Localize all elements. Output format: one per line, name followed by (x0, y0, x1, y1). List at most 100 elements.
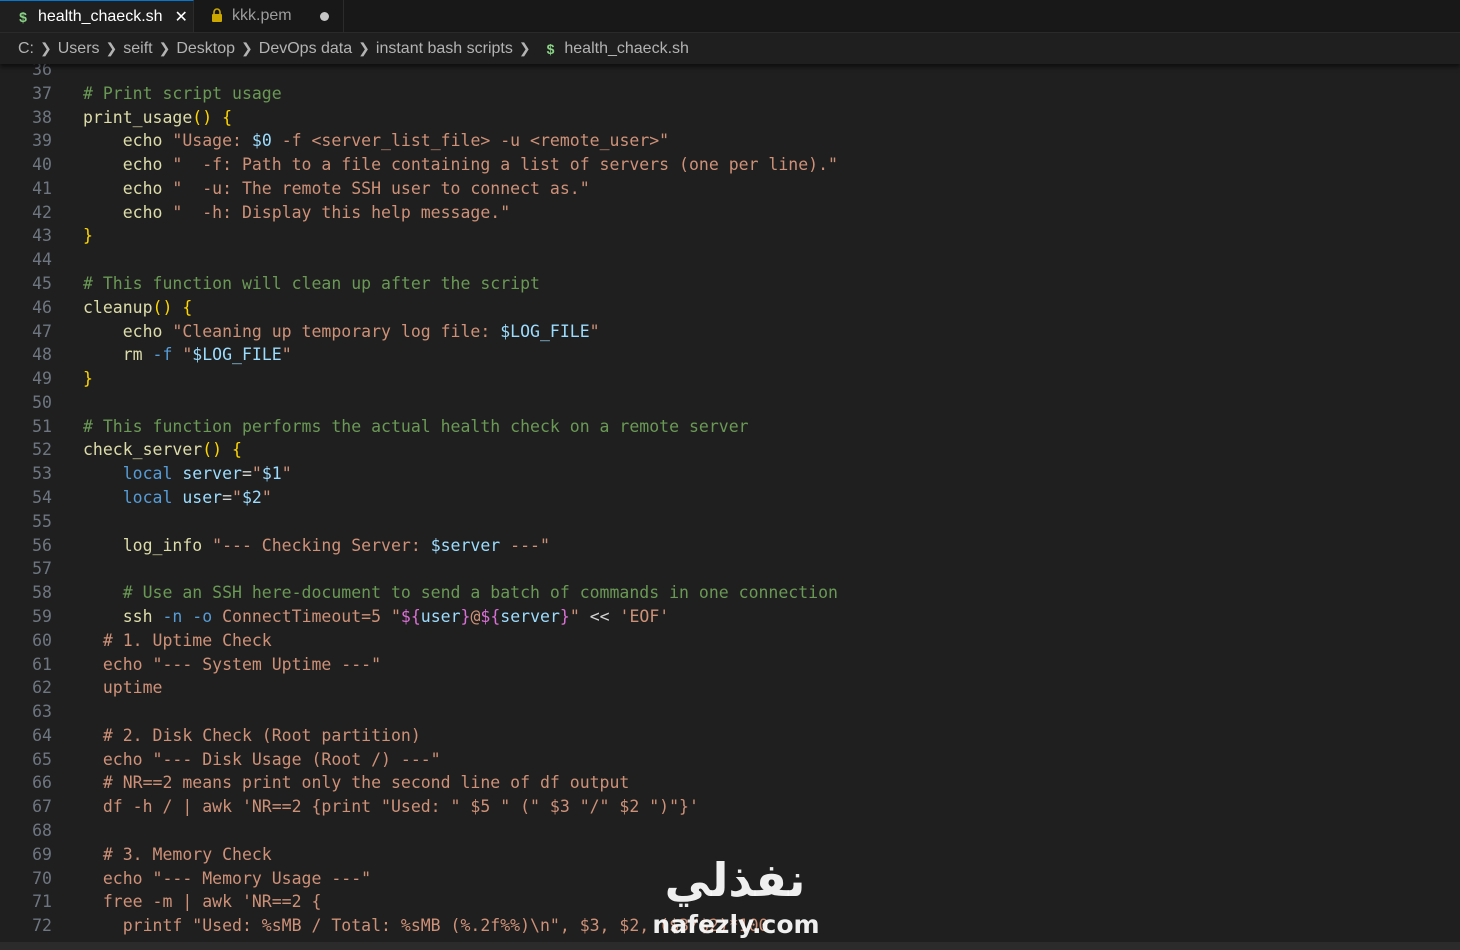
code-token: user (420, 606, 461, 626)
code-line[interactable]: 69 # 3. Memory Check (0, 843, 1460, 867)
code-line[interactable]: 44 (0, 248, 1460, 272)
code-line[interactable]: 63 (0, 700, 1460, 724)
code-line[interactable]: 62 uptime (0, 676, 1460, 700)
code-line[interactable]: 61 echo "--- System Uptime ---" (0, 653, 1460, 677)
code-line[interactable]: 52 check_server() { (0, 438, 1460, 462)
line-number: 42 (32, 202, 52, 222)
code-line[interactable]: 59 ssh -n -o ConnectTimeout=5 "${user}@$… (0, 605, 1460, 629)
unsaved-dot-icon[interactable] (320, 11, 329, 21)
code-token: echo (83, 178, 173, 198)
line-number: 48 (32, 345, 52, 365)
code-line[interactable]: 49} (0, 367, 1460, 391)
code-token: log_info (83, 535, 213, 555)
code-line[interactable]: 55 (0, 510, 1460, 534)
code-token: echo "--- Disk Usage (Root /) ---" (83, 749, 441, 769)
code-text: echo "Cleaning up temporary log file: $L… (83, 320, 600, 344)
chevron-right-icon: ❯ (105, 40, 118, 56)
code-line[interactable]: 38 print_usage() { (0, 106, 1460, 130)
code-text: df -h / | awk 'NR==2 {print "Used: " $5 … (83, 795, 699, 819)
horizontal-scrollbar[interactable] (0, 942, 1460, 950)
code-line[interactable]: 71 free -m | awk 'NR==2 { (0, 890, 1460, 914)
code-token: -n -o (162, 606, 223, 626)
code-line[interactable]: 51 # This function performs the actual he… (0, 415, 1460, 439)
code-line[interactable]: 53 local server="$1" (0, 462, 1460, 486)
code-line[interactable]: 60 # 1. Uptime Check (0, 629, 1460, 653)
line-number: 60 (32, 630, 52, 650)
line-number: 71 (32, 892, 52, 912)
code-token: () (152, 297, 173, 317)
code-line[interactable]: 50 (0, 391, 1460, 415)
code-text: echo "Usage: $0 -f <server_list_file> -u… (83, 129, 669, 153)
code-line[interactable]: 42 echo " -h: Display this help message.… (0, 201, 1460, 225)
code-line[interactable]: 65 echo "--- Disk Usage (Root /) ---" (0, 748, 1460, 772)
code-token: free -m | awk 'NR==2 { (83, 892, 322, 912)
breadcrumb-users[interactable]: Users (58, 40, 100, 58)
code-line[interactable]: 54 local user="$2" (0, 486, 1460, 510)
code-line[interactable]: 47 echo "Cleaning up temporary log file:… (0, 320, 1460, 344)
code-line[interactable]: 39 echo "Usage: $0 -f <server_list_file>… (0, 129, 1460, 153)
code-line[interactable]: 37 # Print script usage (0, 82, 1460, 106)
code-token: echo (83, 131, 173, 151)
breadcrumb-instant-bash-scripts[interactable]: instant bash scripts (376, 40, 513, 58)
code-line[interactable]: 72 printf "Used: %sMB / Total: %sMB (%.2… (0, 914, 1460, 938)
code-text: check_server() { (83, 438, 242, 462)
code-editor[interactable]: 36 37 # Print script usage 38 print_usage() … (0, 58, 1460, 942)
code-token: server (182, 464, 242, 484)
code-text: # 3. Memory Check (83, 843, 272, 867)
code-line[interactable]: 46 cleanup() { (0, 296, 1460, 320)
code-text: # This function will clean up after the … (83, 272, 540, 296)
code-line[interactable]: 40 echo " -f: Path to a file containing … (0, 153, 1460, 177)
code-token: " (261, 488, 272, 508)
code-line[interactable]: 41 echo " -u: The remote SSH user to con… (0, 177, 1460, 201)
breadcrumb-file[interactable]: health_chaeck.sh (564, 40, 689, 58)
code-line[interactable]: 58 # Use an SSH here-document to send a … (0, 581, 1460, 605)
code-token: print_usage (83, 107, 193, 127)
tab-health-chaeck-sh[interactable]: $ health_chaeck.sh ✕ (0, 0, 194, 32)
dollar-icon: $ (546, 40, 555, 57)
breadcrumb-devops-data[interactable]: DevOps data (259, 40, 352, 58)
chevron-right-icon: ❯ (358, 40, 370, 56)
code-token: " (569, 606, 580, 626)
code-text: echo "--- Memory Usage ---" (83, 867, 371, 891)
chevron-right-icon: ❯ (518, 40, 531, 56)
code-text: free -m | awk 'NR==2 { (83, 890, 322, 914)
code-text: local user="$2" (83, 486, 272, 510)
chevron-right-icon: ❯ (158, 40, 171, 56)
code-token: ssh (83, 606, 163, 626)
code-line[interactable]: 48 rm -f "$LOG_FILE" (0, 343, 1460, 367)
line-number: 43 (32, 226, 52, 246)
code-line[interactable]: 67 df -h / | awk 'NR==2 {print "Used: " … (0, 795, 1460, 819)
code-line[interactable]: 68 (0, 819, 1460, 843)
breadcrumb-drive[interactable]: C: (18, 40, 34, 58)
code-text: # Use an SSH here-document to send a bat… (83, 581, 838, 605)
code-line[interactable]: 66 # NR==2 means print only the second l… (0, 771, 1460, 795)
code-line[interactable]: 64 # 2. Disk Check (Root partition) (0, 724, 1460, 748)
code-line[interactable]: 45 # This function will clean up after th… (0, 272, 1460, 296)
code-line[interactable]: 43} (0, 224, 1460, 248)
line-number: 54 (32, 488, 52, 508)
code-token: " (232, 488, 242, 508)
line-number: 72 (32, 916, 52, 936)
code-text: echo " -f: Path to a file containing a l… (83, 153, 838, 177)
code-line[interactable]: 57 (0, 557, 1460, 581)
tab-kkk-pem[interactable]: kkk.pem (194, 0, 344, 32)
code-token: = (241, 464, 252, 484)
code-token: # This function performs the actual heal… (83, 416, 749, 436)
line-number: 58 (32, 583, 52, 603)
code-token: $server (430, 535, 501, 555)
code-token: echo (83, 155, 173, 175)
code-text: ssh -n -o ConnectTimeout=5 "${user}@${se… (83, 605, 669, 629)
code-token: () (202, 440, 223, 460)
code-line[interactable]: 56 log_info "--- Checking Server: $serve… (0, 534, 1460, 558)
breadcrumb-seift[interactable]: seift (123, 40, 152, 58)
close-icon[interactable]: ✕ (175, 7, 188, 27)
code-token: $2 (241, 488, 262, 508)
breadcrumb-desktop[interactable]: Desktop (176, 40, 235, 58)
code-token: = (222, 488, 233, 508)
code-line[interactable]: 70 echo "--- Memory Usage ---" (0, 867, 1460, 891)
code-text: # 1. Uptime Check (83, 629, 272, 653)
code-token: "Cleaning up temporary log file: (172, 321, 501, 341)
